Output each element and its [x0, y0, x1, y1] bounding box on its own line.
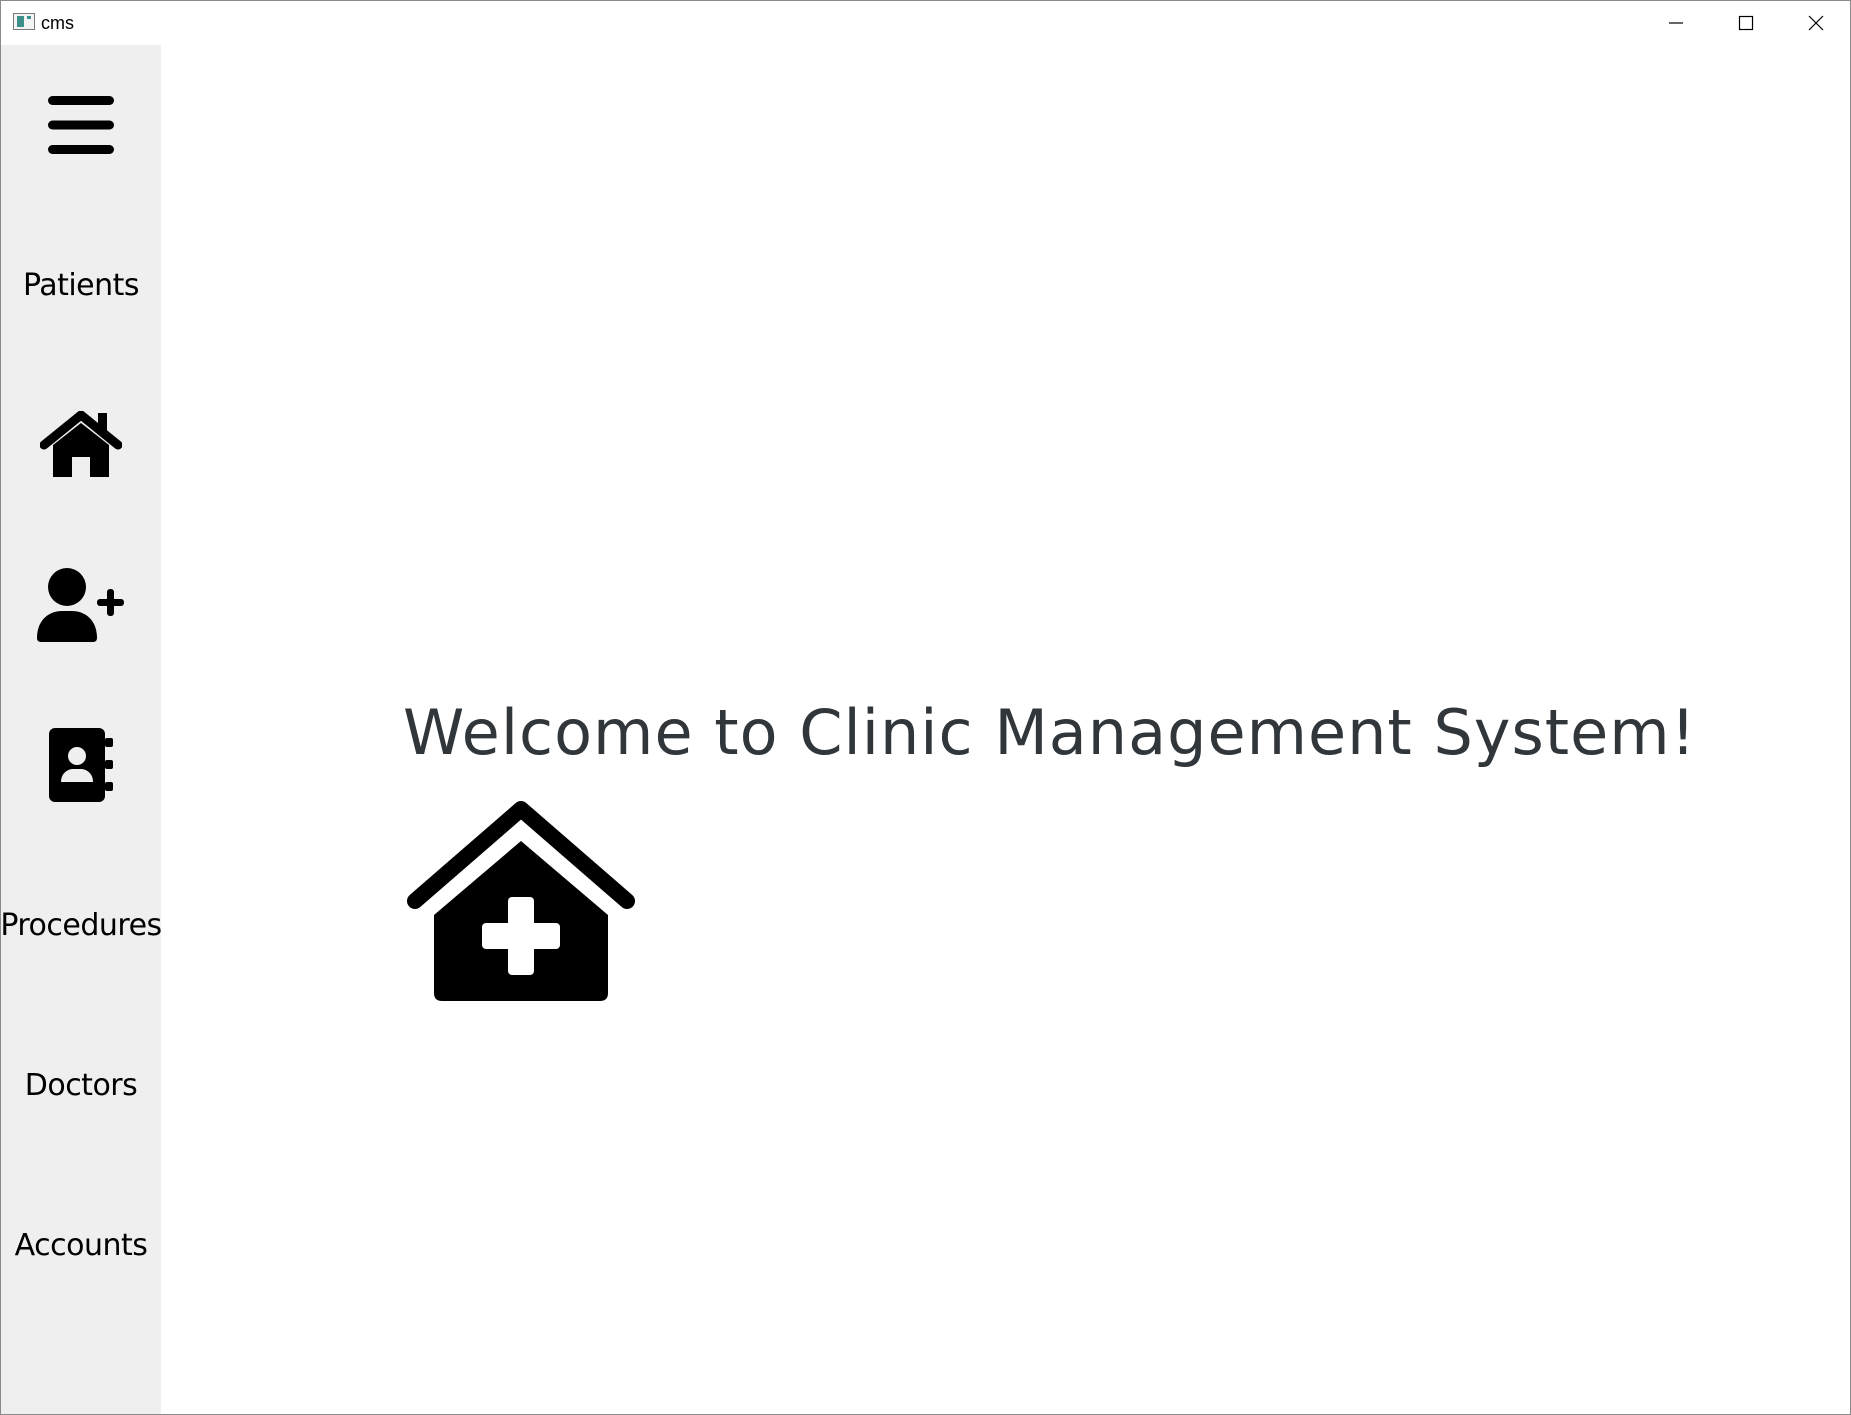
minimize-button[interactable]	[1641, 1, 1711, 45]
maximize-icon	[1738, 15, 1754, 31]
sidebar-item-label: Patients	[22, 267, 140, 303]
sidebar-item-label: Doctors	[24, 1067, 138, 1103]
sidebar-item-home[interactable]	[1, 365, 161, 525]
sidebar-menu-toggle[interactable]	[1, 45, 161, 205]
maximize-button[interactable]	[1711, 1, 1781, 45]
window-title: cms	[41, 13, 74, 33]
clinic-medical-icon	[407, 801, 635, 1001]
welcome-heading: Welcome to Clinic Management System!	[403, 696, 1697, 769]
title-bar[interactable]: cms	[1, 1, 1850, 45]
address-book-icon	[49, 728, 113, 802]
sidebar-item-doctors[interactable]: Doctors	[1, 1005, 161, 1165]
sidebar-item-label: Procedures	[0, 907, 162, 943]
close-icon	[1808, 15, 1824, 31]
main-content: Welcome to Clinic Management System!	[161, 45, 1850, 1414]
hamburger-menu-icon	[48, 96, 114, 154]
home-icon	[40, 411, 122, 477]
minimize-icon	[1669, 22, 1683, 24]
sidebar-item-label: Accounts	[14, 1227, 148, 1263]
sidebar-item-procedures[interactable]: Procedures	[0, 845, 162, 1005]
sidebar-item-contacts[interactable]	[1, 685, 161, 845]
app-window: cms Patients Procedures Doctors Accounts…	[0, 0, 1851, 1415]
user-plus-icon	[37, 568, 124, 642]
sidebar-item-accounts[interactable]: Accounts	[1, 1165, 161, 1325]
sidebar-item-add-patient[interactable]	[1, 525, 161, 685]
sidebar: Patients Procedures Doctors Accounts	[0, 45, 162, 1414]
sidebar-item-patients[interactable]: Patients	[1, 205, 161, 365]
close-button[interactable]	[1781, 1, 1850, 45]
app-icon	[13, 13, 35, 30]
